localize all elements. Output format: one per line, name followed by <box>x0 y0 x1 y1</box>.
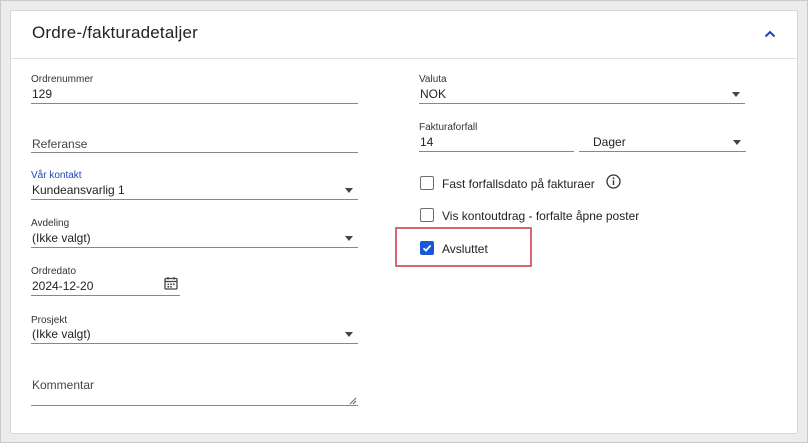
referanse-field[interactable]: Referanse <box>31 133 358 153</box>
fakturaforfall-underline <box>419 151 574 152</box>
chevron-down-icon <box>732 92 740 97</box>
ordrenummer-underline <box>31 103 358 104</box>
var-kontakt-value: Kundeansvarlig 1 <box>32 183 125 197</box>
forfall-unit-underline <box>579 151 746 152</box>
prosjekt-value: (Ikke valgt) <box>32 327 91 341</box>
panel-header: Ordre-/fakturadetaljer <box>11 11 797 59</box>
ordrenummer-value: 129 <box>32 87 53 101</box>
fast-forfallsdato-checkbox-row[interactable]: Fast forfallsdato på fakturaer <box>420 173 660 193</box>
chevron-up-icon <box>764 30 776 38</box>
avdeling-value: (Ikke valgt) <box>32 231 91 245</box>
chevron-down-icon <box>345 332 353 337</box>
ordredato-label: Ordredato <box>31 266 77 277</box>
ordredato-field[interactable]: Ordredato 2024-12-20 <box>31 266 180 298</box>
prosjekt-underline <box>31 343 358 344</box>
forfall-unit-value: Dager <box>593 135 626 149</box>
kommentar-textarea[interactable]: Kommentar <box>31 375 358 407</box>
valuta-select[interactable]: Valuta NOK <box>419 74 745 106</box>
order-invoice-details-panel: Ordre-/fakturadetaljer Ordrenummer 129 R… <box>10 10 798 434</box>
ordredato-value: 2024-12-20 <box>32 279 94 293</box>
referanse-underline <box>31 152 358 153</box>
panel-title: Ordre-/fakturadetaljer <box>32 23 198 42</box>
kommentar-underline <box>31 405 358 406</box>
prosjekt-select[interactable]: Prosjekt (Ikke valgt) <box>31 315 358 347</box>
avdeling-select[interactable]: Avdeling (Ikke valgt) <box>31 218 358 250</box>
chevron-down-icon <box>345 236 353 241</box>
fast-forfallsdato-checkbox[interactable] <box>420 176 434 190</box>
fakturaforfall-field[interactable]: Fakturaforfall 14 <box>419 122 574 154</box>
avdeling-label: Avdeling <box>31 218 70 229</box>
resize-handle-icon[interactable] <box>349 397 357 405</box>
chevron-down-icon <box>733 140 741 145</box>
ordrenummer-label: Ordrenummer <box>31 74 94 85</box>
referanse-placeholder: Referanse <box>32 137 88 151</box>
calendar-icon[interactable] <box>164 276 178 290</box>
var-kontakt-select[interactable]: Vår kontakt Kundeansvarlig 1 <box>31 170 358 202</box>
valuta-underline <box>419 103 745 104</box>
var-kontakt-underline <box>31 199 358 200</box>
kommentar-placeholder: Kommentar <box>32 378 95 392</box>
ordredato-underline <box>31 295 180 296</box>
prosjekt-label: Prosjekt <box>31 315 68 326</box>
vis-kontoutdrag-label: Vis kontoutdrag - forfalte åpne poster <box>442 209 640 223</box>
info-icon[interactable] <box>606 174 621 189</box>
window-frame: Ordre-/fakturadetaljer Ordrenummer 129 R… <box>0 0 808 443</box>
valuta-label: Valuta <box>419 74 447 85</box>
fakturaforfall-value: 14 <box>420 135 434 149</box>
chevron-down-icon <box>345 188 353 193</box>
vis-kontoutdrag-checkbox-row[interactable]: Vis kontoutdrag - forfalte åpne poster <box>420 206 670 226</box>
collapse-button[interactable] <box>759 23 781 45</box>
ordrenummer-field[interactable]: Ordrenummer 129 <box>31 74 358 106</box>
fast-forfallsdato-label: Fast forfallsdato på fakturaer <box>442 177 595 191</box>
var-kontakt-label: Vår kontakt <box>31 170 82 181</box>
vis-kontoutdrag-checkbox[interactable] <box>420 208 434 222</box>
avdeling-underline <box>31 247 358 248</box>
forfall-unit-select[interactable]: Dager <box>579 122 746 154</box>
valuta-value: NOK <box>420 87 447 101</box>
highlight-box <box>395 227 532 267</box>
fakturaforfall-label: Fakturaforfall <box>419 122 478 133</box>
